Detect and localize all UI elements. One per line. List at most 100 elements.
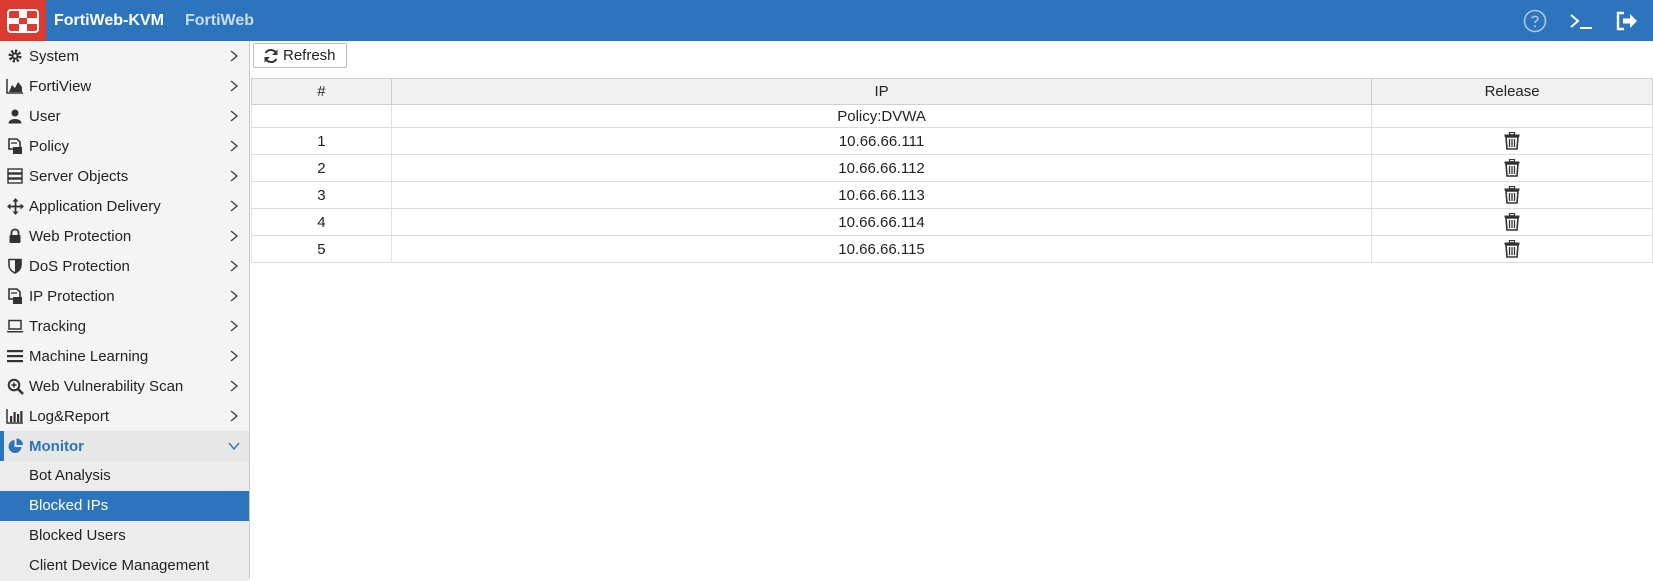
lock-icon [6, 227, 24, 245]
sidebar-subitem-blocked-users[interactable]: Blocked Users [0, 521, 249, 551]
chevron-right-icon [230, 110, 239, 122]
sidebar-item-system[interactable]: System [0, 41, 249, 71]
chevron-right-icon [230, 200, 239, 212]
release-cell [1371, 181, 1653, 209]
row-ip: 10.66.66.111 [390, 127, 1373, 155]
sidebar-item-label: Tracking [29, 317, 86, 335]
table-row[interactable]: 3 10.66.66.113 [251, 181, 1653, 209]
chevron-right-icon [230, 350, 239, 362]
cli-console-icon[interactable] [1568, 8, 1594, 34]
logout-icon[interactable] [1614, 8, 1640, 34]
trash-icon[interactable] [1504, 132, 1520, 150]
sidebar-item-label: Log&Report [29, 407, 110, 425]
trash-icon[interactable] [1504, 213, 1520, 231]
chevron-right-icon [230, 80, 239, 92]
laptop-icon [6, 317, 24, 335]
sidebar-nav: System FortiView User Policy Server Obje… [0, 41, 250, 581]
sidebar-item-label: DoS Protection [29, 257, 130, 275]
table-header-row: # IP Release [251, 78, 1653, 105]
sidebar-item-monitor[interactable]: Monitor [0, 431, 249, 461]
row-ip: 10.66.66.115 [390, 235, 1373, 263]
policy-icon [6, 137, 24, 155]
server-icon [6, 167, 24, 185]
row-ip: 10.66.66.112 [390, 154, 1373, 182]
release-cell [1371, 208, 1653, 236]
row-ip: 10.66.66.113 [390, 181, 1373, 209]
sidebar-item-label: Machine Learning [29, 347, 149, 365]
chevron-right-icon [230, 380, 239, 392]
sidebar-item-application-delivery[interactable]: Application Delivery [0, 191, 249, 221]
column-header-ip[interactable]: IP [390, 78, 1373, 105]
sidebar-item-label: Server Objects [29, 167, 129, 185]
sidebar-item-web-vulnerability-scan[interactable]: Web Vulnerability Scan [0, 371, 249, 401]
arrows-move-icon [6, 197, 24, 215]
column-header-number[interactable]: # [251, 78, 392, 105]
policy-group-row: Policy:DVWA [251, 104, 1653, 128]
blocked-ips-table: # IP Release Policy:DVWA 1 10.66.66.111 … [251, 78, 1653, 263]
chevron-right-icon [230, 140, 239, 152]
ip-policy-icon [6, 287, 24, 305]
sidebar-item-fortiview[interactable]: FortiView [0, 71, 249, 101]
sidebar-subitem-blocked-ips[interactable]: Blocked IPs [0, 491, 249, 521]
gear-icon [6, 47, 24, 65]
chevron-right-icon [230, 260, 239, 272]
table-row[interactable]: 4 10.66.66.114 [251, 208, 1653, 236]
row-number: 5 [251, 235, 392, 263]
release-cell [1371, 127, 1653, 155]
sidebar-item-label: Policy [29, 137, 70, 155]
pie-chart-icon [6, 437, 24, 455]
sidebar-item-web-protection[interactable]: Web Protection [0, 221, 249, 251]
table-row[interactable]: 1 10.66.66.111 [251, 127, 1653, 155]
main-content: Refresh # IP Release Policy:DVWA 1 10.66… [251, 41, 1653, 579]
sidebar-item-label: Monitor [29, 437, 84, 455]
sidebar-item-dos-protection[interactable]: DoS Protection [0, 251, 249, 281]
chevron-right-icon [230, 410, 239, 422]
trash-icon[interactable] [1504, 240, 1520, 258]
refresh-button[interactable]: Refresh [253, 43, 347, 68]
sidebar-item-ip-protection[interactable]: IP Protection [0, 281, 249, 311]
sidebar-item-label: User [29, 107, 61, 125]
sidebar-item-label: IP Protection [29, 287, 115, 305]
trash-icon[interactable] [1504, 159, 1520, 177]
sidebar-item-label: Web Vulnerability Scan [29, 377, 184, 395]
chevron-right-icon [230, 290, 239, 302]
help-icon[interactable] [1522, 8, 1548, 34]
sidebar-item-tracking[interactable]: Tracking [0, 311, 249, 341]
sidebar-item-user[interactable]: User [0, 101, 249, 131]
chevron-right-icon [230, 230, 239, 242]
policy-group-label: Policy:DVWA [390, 104, 1373, 128]
chevron-right-icon [230, 170, 239, 182]
sidebar-item-label: System [29, 47, 80, 65]
row-number: 4 [251, 208, 392, 236]
product-name: FortiWeb [185, 12, 255, 29]
chevron-right-icon [230, 320, 239, 332]
table-row[interactable]: 5 10.66.66.115 [251, 235, 1653, 263]
fortinet-logo-icon[interactable] [0, 0, 46, 41]
release-cell [1371, 154, 1653, 182]
chevron-down-icon [228, 442, 240, 451]
refresh-button-label: Refresh [283, 47, 336, 64]
row-number: 3 [251, 181, 392, 209]
bar-chart-icon [6, 407, 24, 425]
table-row[interactable]: 2 10.66.66.112 [251, 154, 1653, 182]
trash-icon[interactable] [1504, 186, 1520, 204]
area-chart-icon [6, 77, 24, 95]
row-number: 1 [251, 127, 392, 155]
sidebar-subitem-client-device-management[interactable]: Client Device Management [0, 551, 249, 581]
sidebar-item-machine-learning[interactable]: Machine Learning [0, 341, 249, 371]
refresh-icon [264, 48, 278, 63]
sidebar-item-label: Web Protection [29, 227, 132, 245]
user-icon [6, 107, 24, 125]
sidebar-item-label: FortiView [29, 77, 92, 95]
sidebar-item-label: Application Delivery [29, 197, 161, 215]
row-number: 2 [251, 154, 392, 182]
group-cell-empty [251, 104, 392, 128]
sidebar-subitem-bot-analysis[interactable]: Bot Analysis [0, 461, 249, 491]
sidebar-item-server-objects[interactable]: Server Objects [0, 161, 249, 191]
group-cell-empty [1371, 104, 1653, 128]
chevron-right-icon [230, 50, 239, 62]
sidebar-item-log-report[interactable]: Log&Report [0, 401, 249, 431]
column-header-release[interactable]: Release [1371, 78, 1653, 105]
sidebar-item-policy[interactable]: Policy [0, 131, 249, 161]
bars-icon [6, 347, 24, 365]
